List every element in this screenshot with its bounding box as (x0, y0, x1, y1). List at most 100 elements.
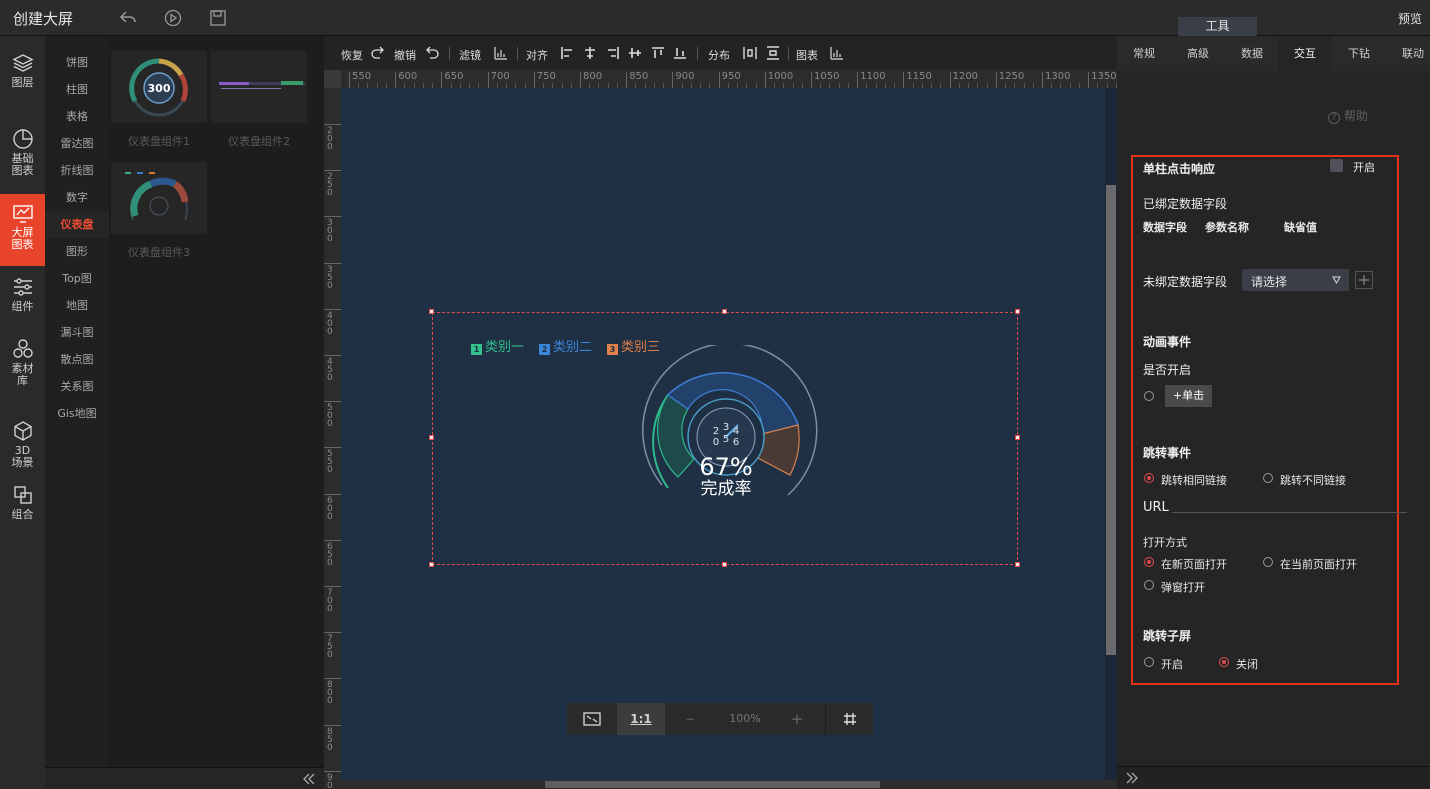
chevron-down-icon (1332, 276, 1341, 284)
tab-interaction[interactable]: 交互 (1278, 36, 1332, 71)
category-item-active[interactable]: 仪表盘 (45, 211, 109, 238)
legend-item-2[interactable]: 2 类别二 (539, 336, 592, 355)
category-item[interactable]: 柱图 (45, 76, 109, 103)
rail-item-materials[interactable]: 素材库 (0, 338, 45, 394)
legend-item-1[interactable]: 1 类别一 (471, 336, 524, 355)
category-item[interactable]: 饼图 (45, 49, 109, 76)
help-link[interactable]: ? 帮助 (1328, 107, 1368, 124)
tab-general[interactable]: 常规 (1117, 36, 1171, 71)
vertical-scrollbar-thumb[interactable] (1106, 185, 1116, 655)
category-item[interactable]: Gis地图 (45, 400, 109, 427)
resize-handle[interactable] (429, 309, 434, 314)
ruler-label: 1000 (767, 71, 794, 82)
align-right-icon[interactable] (606, 46, 620, 60)
play-icon[interactable] (164, 9, 182, 27)
rail-item-basic-charts[interactable]: 基础图表 (0, 128, 45, 184)
col-param-header: 参数名称 (1205, 221, 1249, 234)
resize-handle[interactable] (722, 562, 727, 567)
tab-advanced[interactable]: 高级 (1171, 36, 1225, 71)
single-click-checkbox[interactable] (1330, 159, 1343, 172)
ruler-tick (324, 170, 341, 172)
popup-radio[interactable] (1144, 580, 1154, 590)
tools-tab[interactable]: 工具 (1178, 17, 1257, 36)
align-middle-icon[interactable] (651, 46, 665, 60)
ruler-label: 400 (327, 310, 333, 337)
category-item[interactable]: 漏斗图 (45, 319, 109, 346)
property-tabs: 常规 高级 数据 交互 下钻 联动 (1117, 36, 1430, 71)
align-label[interactable]: 对齐 (526, 47, 548, 63)
chart-label[interactable]: 图表 (796, 47, 818, 63)
resize-handle[interactable] (429, 435, 434, 440)
tab-linkage[interactable]: 联动 (1386, 36, 1430, 71)
resize-handle[interactable] (722, 309, 727, 314)
rail-item-combine[interactable]: 组合 (0, 484, 45, 528)
distribute-v-icon[interactable] (766, 46, 780, 60)
new-page-radio[interactable] (1144, 557, 1154, 567)
category-item[interactable]: 关系图 (45, 373, 109, 400)
current-page-radio[interactable] (1263, 557, 1273, 567)
same-link-radio[interactable] (1144, 473, 1154, 483)
align-left-icon[interactable] (560, 46, 574, 60)
category-item[interactable]: 折线图 (45, 157, 109, 184)
distribute-label[interactable]: 分布 (708, 47, 730, 63)
rail-item-layers[interactable]: 图层 (0, 52, 45, 100)
resize-handle[interactable] (1015, 435, 1020, 440)
tab-data[interactable]: 数据 (1225, 36, 1279, 71)
redo-label[interactable]: 恢复 (341, 47, 363, 63)
filter-chart-icon[interactable] (494, 46, 508, 60)
collapse-right-icon[interactable] (1125, 771, 1139, 785)
add-click-button[interactable]: +单击 (1165, 385, 1212, 407)
zoom-1to1-button[interactable]: 1:1 (617, 703, 665, 735)
gauge-thumbnail-2[interactable] (211, 51, 307, 123)
back-icon[interactable] (119, 9, 137, 27)
zoom-in-button[interactable]: + (782, 703, 812, 735)
subscreen-on-radio[interactable] (1144, 657, 1154, 667)
horizontal-scrollbar-thumb[interactable] (545, 781, 880, 788)
redo-icon[interactable] (371, 46, 385, 60)
preview-button[interactable]: 预览 (1398, 10, 1422, 27)
gauge-caption: 完成率 (701, 479, 752, 499)
url-input[interactable] (1172, 512, 1407, 513)
ruler-tick (811, 72, 812, 88)
resize-handle[interactable] (429, 562, 434, 567)
rail-item-3d-scene[interactable]: 3D场景 (0, 420, 45, 476)
category-item[interactable]: Top图 (45, 265, 109, 292)
align-top-icon[interactable] (628, 46, 642, 60)
ruler-label: 650 (327, 541, 333, 568)
gauge-thumbnail-3[interactable] (111, 162, 207, 234)
save-icon[interactable] (209, 9, 227, 27)
category-item[interactable]: 散点图 (45, 346, 109, 373)
filter-label[interactable]: 滤镜 (459, 47, 481, 63)
category-item[interactable]: 地图 (45, 292, 109, 319)
collapse-left-icon[interactable] (302, 772, 316, 786)
ruler-label: 500 (327, 403, 333, 430)
category-item[interactable]: 表格 (45, 103, 109, 130)
col-default-header: 缺省值 (1284, 221, 1317, 234)
add-field-button[interactable] (1355, 271, 1373, 289)
category-item[interactable]: 图形 (45, 238, 109, 265)
align-center-h-icon[interactable] (583, 46, 597, 60)
align-bottom-icon[interactable] (673, 46, 687, 60)
tab-drilldown[interactable]: 下钻 (1332, 36, 1386, 71)
category-item[interactable]: 雷达图 (45, 130, 109, 157)
diff-link-radio[interactable] (1263, 473, 1273, 483)
resize-handle[interactable] (1015, 309, 1020, 314)
zoom-out-button[interactable]: − (675, 703, 705, 735)
distribute-h-icon[interactable] (743, 46, 757, 60)
undo-label[interactable]: 撤销 (394, 47, 416, 63)
category-item[interactable]: 数字 (45, 184, 109, 211)
undo-icon[interactable] (425, 46, 439, 60)
chart-icon[interactable] (830, 46, 844, 60)
gauge-thumbnail-1[interactable]: 300 (111, 51, 207, 123)
fit-screen-button[interactable] (567, 703, 617, 735)
ruler-label: 1300 (1045, 71, 1071, 82)
rail-item-components[interactable]: 组件 (0, 276, 45, 320)
animation-enable-radio[interactable] (1144, 391, 1154, 401)
ruler-tick (324, 493, 341, 495)
resize-handle[interactable] (1015, 562, 1020, 567)
ruler-label: 1150 (906, 71, 932, 82)
subscreen-off-radio[interactable] (1219, 657, 1229, 667)
unbound-field-select[interactable]: 请选择 (1242, 269, 1349, 291)
grid-toggle-button[interactable] (825, 703, 873, 735)
rail-item-screen-charts[interactable]: 大屏图表 (0, 194, 45, 266)
